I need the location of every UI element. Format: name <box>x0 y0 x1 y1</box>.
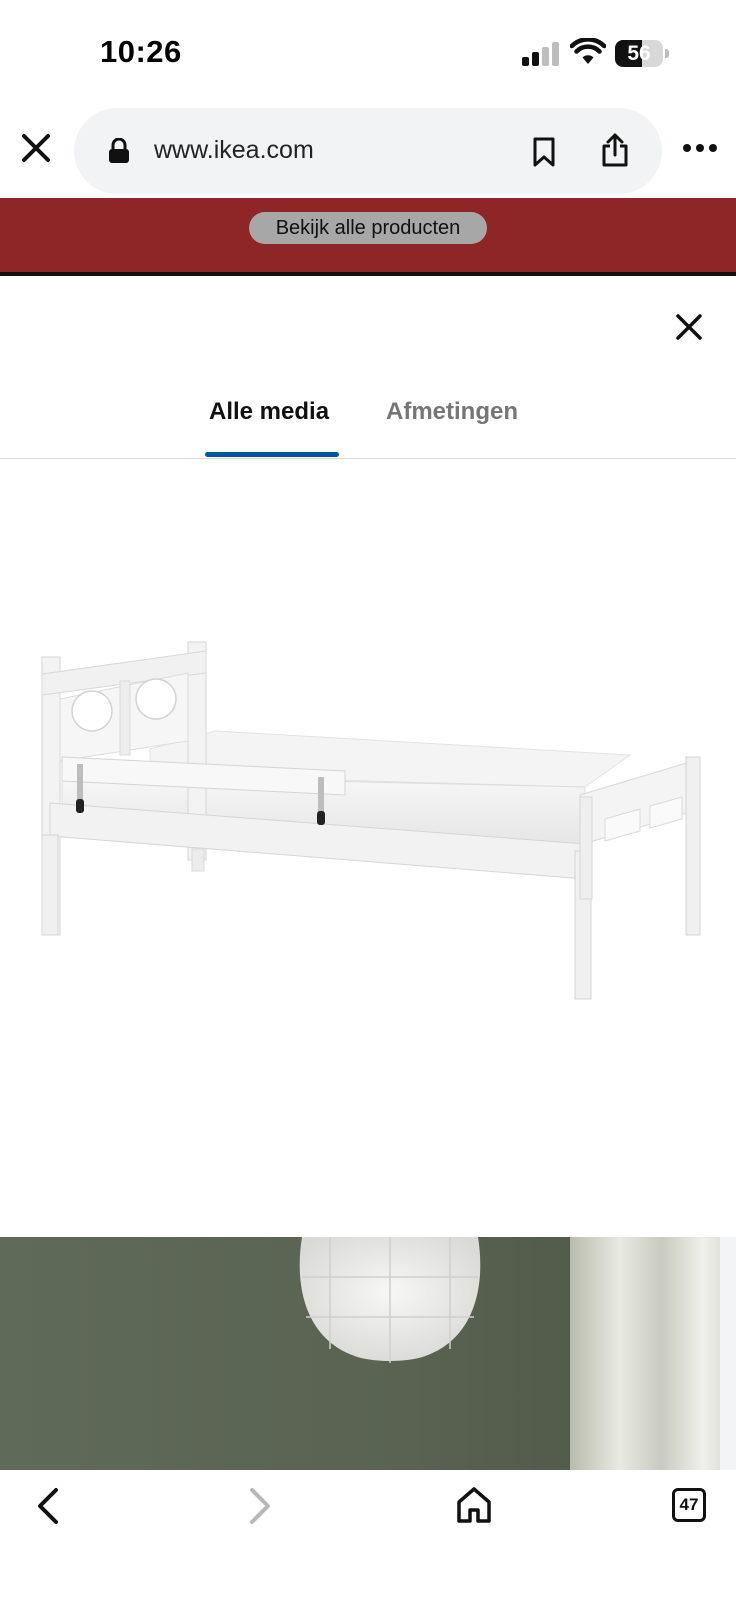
view-all-products-button[interactable]: Bekijk alle producten <box>249 212 487 244</box>
wifi-icon <box>570 38 606 64</box>
more-icon[interactable] <box>682 140 718 156</box>
battery-percent: 56 <box>627 42 651 65</box>
battery-icon: 56 <box>615 40 669 68</box>
home-icon[interactable] <box>456 1486 492 1524</box>
forward-icon[interactable] <box>246 1486 276 1526</box>
tab-dimensions[interactable]: Afmetingen <box>386 398 518 426</box>
browser-toolbar: 47 <box>0 1470 736 1600</box>
close-icon[interactable] <box>672 310 706 344</box>
active-tab-indicator <box>205 452 339 457</box>
bed-illustration <box>41 641 701 1000</box>
media-modal: Alle media Afmetingen <box>0 276 736 1470</box>
tabs-icon[interactable]: 47 <box>672 1488 706 1522</box>
address-bar[interactable]: www.ikea.com <box>74 108 662 194</box>
room-illustration <box>0 1237 736 1470</box>
status-bar: 10:26 56 <box>0 0 736 100</box>
tab-all-media[interactable]: Alle media <box>209 398 329 426</box>
close-icon[interactable] <box>18 130 54 166</box>
screen: 10:26 56 www.ikea.com Bekijk alle produc… <box>0 0 736 1600</box>
browser-bar: www.ikea.com <box>0 100 736 198</box>
lock-icon <box>109 138 129 163</box>
bookmark-icon[interactable] <box>530 136 558 168</box>
status-time: 10:26 <box>100 34 182 69</box>
url-text[interactable]: www.ikea.com <box>154 136 314 165</box>
product-image[interactable] <box>0 459 736 1237</box>
promo-banner: Bekijk alle producten <box>0 198 736 276</box>
cellular-signal-icon <box>522 42 560 66</box>
back-icon[interactable] <box>32 1486 62 1526</box>
share-icon[interactable] <box>600 132 630 168</box>
room-image[interactable] <box>0 1237 736 1470</box>
